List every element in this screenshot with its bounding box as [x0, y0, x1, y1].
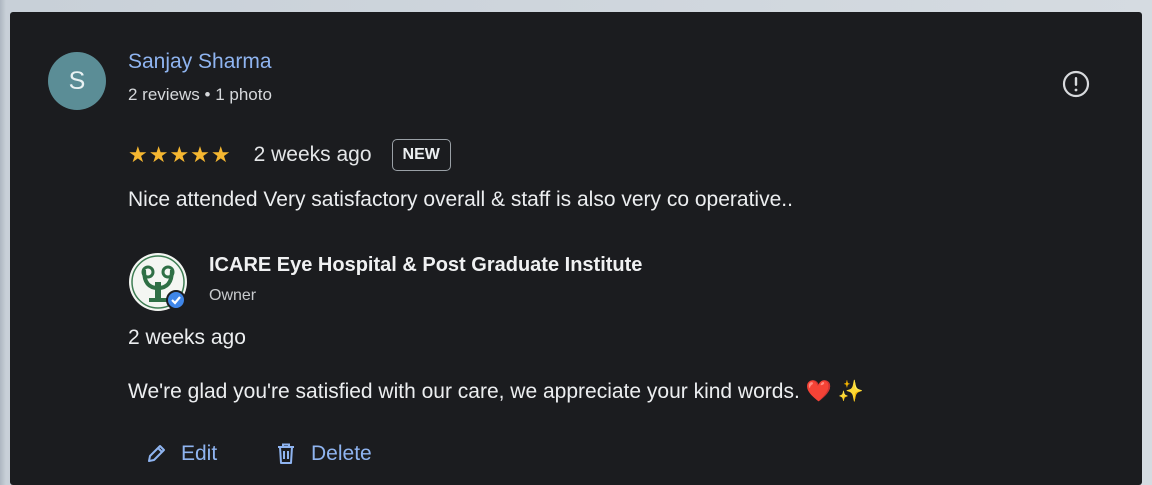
rating-row: ★★★★★ 2 weeks ago NEW: [128, 138, 451, 172]
reviewer-meta: 2 reviews • 1 photo: [128, 85, 272, 104]
review-text: Nice attended Very satisfactory overall …: [128, 188, 793, 211]
delete-button[interactable]: Delete: [275, 439, 372, 469]
review-card: S Sanjay Sharma 2 reviews • 1 photo ★★★★…: [10, 12, 1142, 485]
owner-role: Owner: [209, 287, 257, 304]
reviewer-avatar[interactable]: S: [48, 52, 106, 110]
owner-logo[interactable]: [128, 252, 188, 312]
owner-name[interactable]: ICARE Eye Hospital & Post Graduate Insti…: [209, 254, 642, 277]
trash-icon: [278, 443, 294, 464]
reviewer-initial: S: [68, 66, 86, 95]
flag-report-icon[interactable]: [1061, 69, 1091, 99]
delete-label: Delete: [311, 442, 372, 465]
reply-time: 2 weeks ago: [128, 326, 246, 349]
review-time: 2 weeks ago: [253, 143, 372, 166]
new-badge: NEW: [391, 139, 451, 171]
star-rating: ★★★★★: [128, 142, 232, 167]
screenshot-frame: S Sanjay Sharma 2 reviews • 1 photo ★★★★…: [0, 0, 1152, 485]
edit-label: Edit: [181, 442, 218, 465]
reply-text: We're glad you're satisfied with our car…: [128, 380, 864, 403]
pencil-icon: [148, 445, 165, 462]
edit-button[interactable]: Edit: [145, 439, 217, 469]
reviewer-name[interactable]: Sanjay Sharma: [128, 50, 272, 74]
